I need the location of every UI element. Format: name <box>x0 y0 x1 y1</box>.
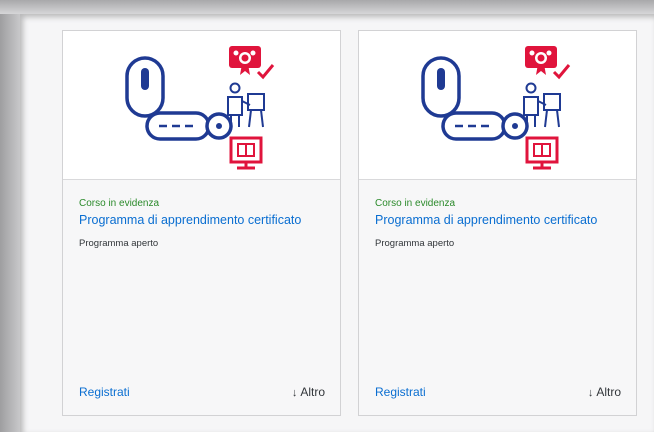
key-lock-certification-icon <box>125 46 275 170</box>
more-label: Altro <box>300 385 325 399</box>
course-title-link[interactable]: Programma di apprendimento certificato <box>375 213 625 227</box>
window-frame-left <box>0 14 20 432</box>
course-thumbnail <box>359 31 636 180</box>
more-label: Altro <box>596 385 621 399</box>
arrow-down-icon: ↓ <box>291 387 298 399</box>
card-body: Corso in evidenza Programma di apprendim… <box>63 180 340 415</box>
course-title-link[interactable]: Programma di apprendimento certificato <box>79 213 329 227</box>
register-link[interactable]: Registrati <box>79 385 130 399</box>
course-thumbnail <box>63 31 340 180</box>
window-frame-top <box>0 0 654 14</box>
more-button[interactable]: ↓ Altro <box>588 385 621 399</box>
course-status: Programma aperto <box>375 238 455 249</box>
register-link[interactable]: Registrati <box>375 385 426 399</box>
card-body: Corso in evidenza Programma di apprendim… <box>359 180 636 415</box>
card-eyebrow: Corso in evidenza <box>79 198 160 209</box>
more-button[interactable]: ↓ Altro <box>292 385 325 399</box>
card-eyebrow: Corso in evidenza <box>375 198 456 209</box>
course-card[interactable]: Corso in evidenza Programma di apprendim… <box>358 30 637 416</box>
course-status: Programma aperto <box>79 238 159 249</box>
arrow-down-icon: ↓ <box>587 387 594 399</box>
course-card[interactable]: Corso in evidenza Programma di apprendim… <box>62 30 341 416</box>
key-lock-certification-icon <box>421 46 571 170</box>
